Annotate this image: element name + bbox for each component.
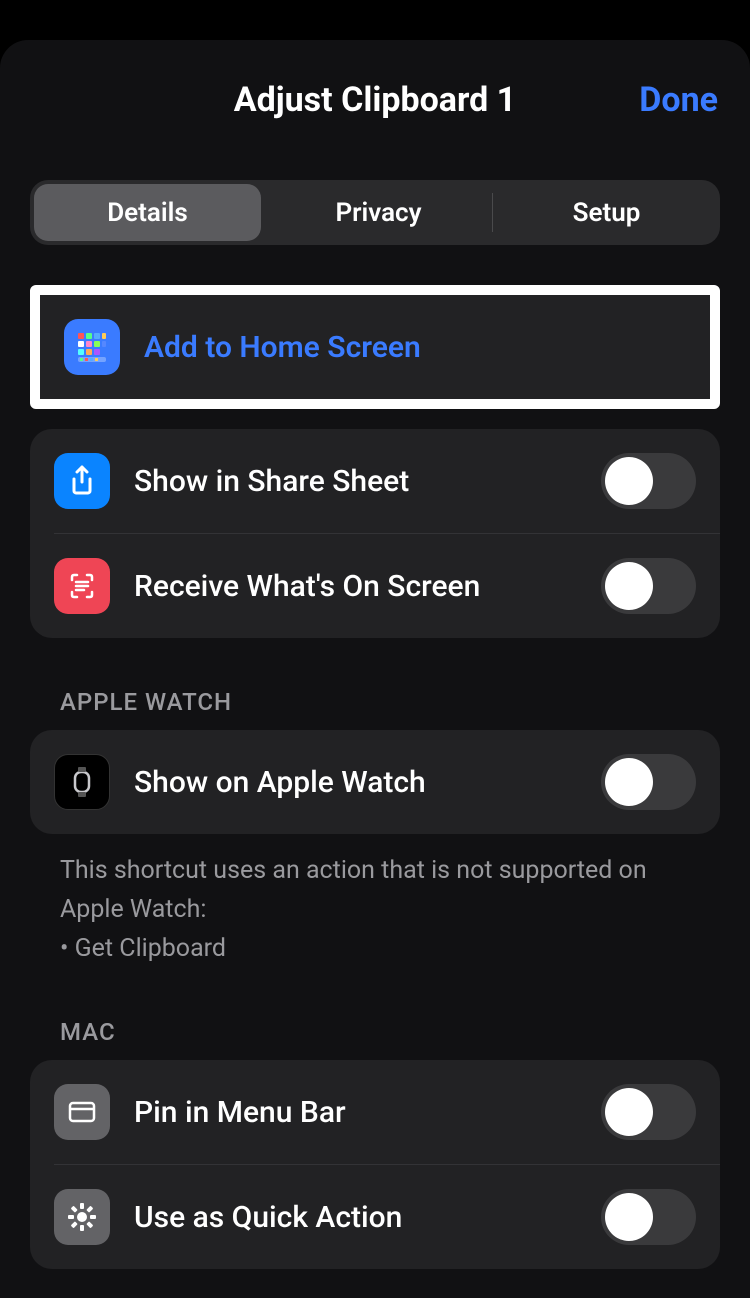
row-quick-action[interactable]: Use as Quick Action (54, 1164, 720, 1269)
segmented-control[interactable]: Details Privacy Setup (30, 180, 720, 245)
menu-bar-icon (54, 1084, 110, 1140)
row-label-share-sheet: Show in Share Sheet (134, 464, 601, 499)
sheet-header: Adjust Clipboard 1 Done (0, 40, 750, 150)
tab-setup[interactable]: Setup (493, 180, 720, 245)
row-add-to-home-screen[interactable]: Add to Home Screen (40, 295, 710, 399)
group-share: Show in Share Sheet Receive What's On Sc… (30, 429, 720, 638)
row-label-quick-action: Use as Quick Action (134, 1200, 601, 1235)
share-icon (54, 453, 110, 509)
row-label-show-watch: Show on Apple Watch (134, 765, 601, 800)
tab-privacy[interactable]: Privacy (265, 180, 492, 245)
row-label-receive-screen: Receive What's On Screen (134, 569, 601, 604)
tab-details[interactable]: Details (34, 184, 261, 241)
group-apple-watch: Show on Apple Watch (30, 730, 720, 834)
sheet-title: Adjust Clipboard 1 (234, 80, 516, 120)
settings-sheet: Adjust Clipboard 1 Done Details Privacy … (0, 40, 750, 1298)
gear-icon (54, 1189, 110, 1245)
toggle-pin-menu[interactable] (601, 1084, 696, 1140)
group-mac: Pin in Menu Bar (30, 1060, 720, 1269)
row-pin-menu-bar[interactable]: Pin in Menu Bar (30, 1060, 720, 1164)
toggle-quick-action[interactable] (601, 1189, 696, 1245)
apple-watch-icon (54, 754, 110, 810)
row-share-sheet[interactable]: Show in Share Sheet (30, 429, 720, 533)
row-show-on-apple-watch[interactable]: Show on Apple Watch (30, 730, 720, 834)
section-header-mac: MAC (60, 1018, 720, 1046)
toggle-show-watch[interactable] (601, 754, 696, 810)
row-label-add-home: Add to Home Screen (144, 330, 686, 365)
row-receive-on-screen[interactable]: Receive What's On Screen (54, 533, 720, 638)
screen-capture-icon (54, 558, 110, 614)
home-screen-apps-icon (64, 319, 120, 375)
done-button[interactable]: Done (639, 80, 718, 120)
toggle-receive-screen[interactable] (601, 558, 696, 614)
section-footer-apple-watch: This shortcut uses an action that is not… (60, 852, 690, 968)
highlight-box: Add to Home Screen (30, 285, 720, 409)
toggle-share-sheet[interactable] (601, 453, 696, 509)
row-label-pin-menu: Pin in Menu Bar (134, 1095, 601, 1130)
section-header-apple-watch: APPLE WATCH (60, 688, 720, 716)
